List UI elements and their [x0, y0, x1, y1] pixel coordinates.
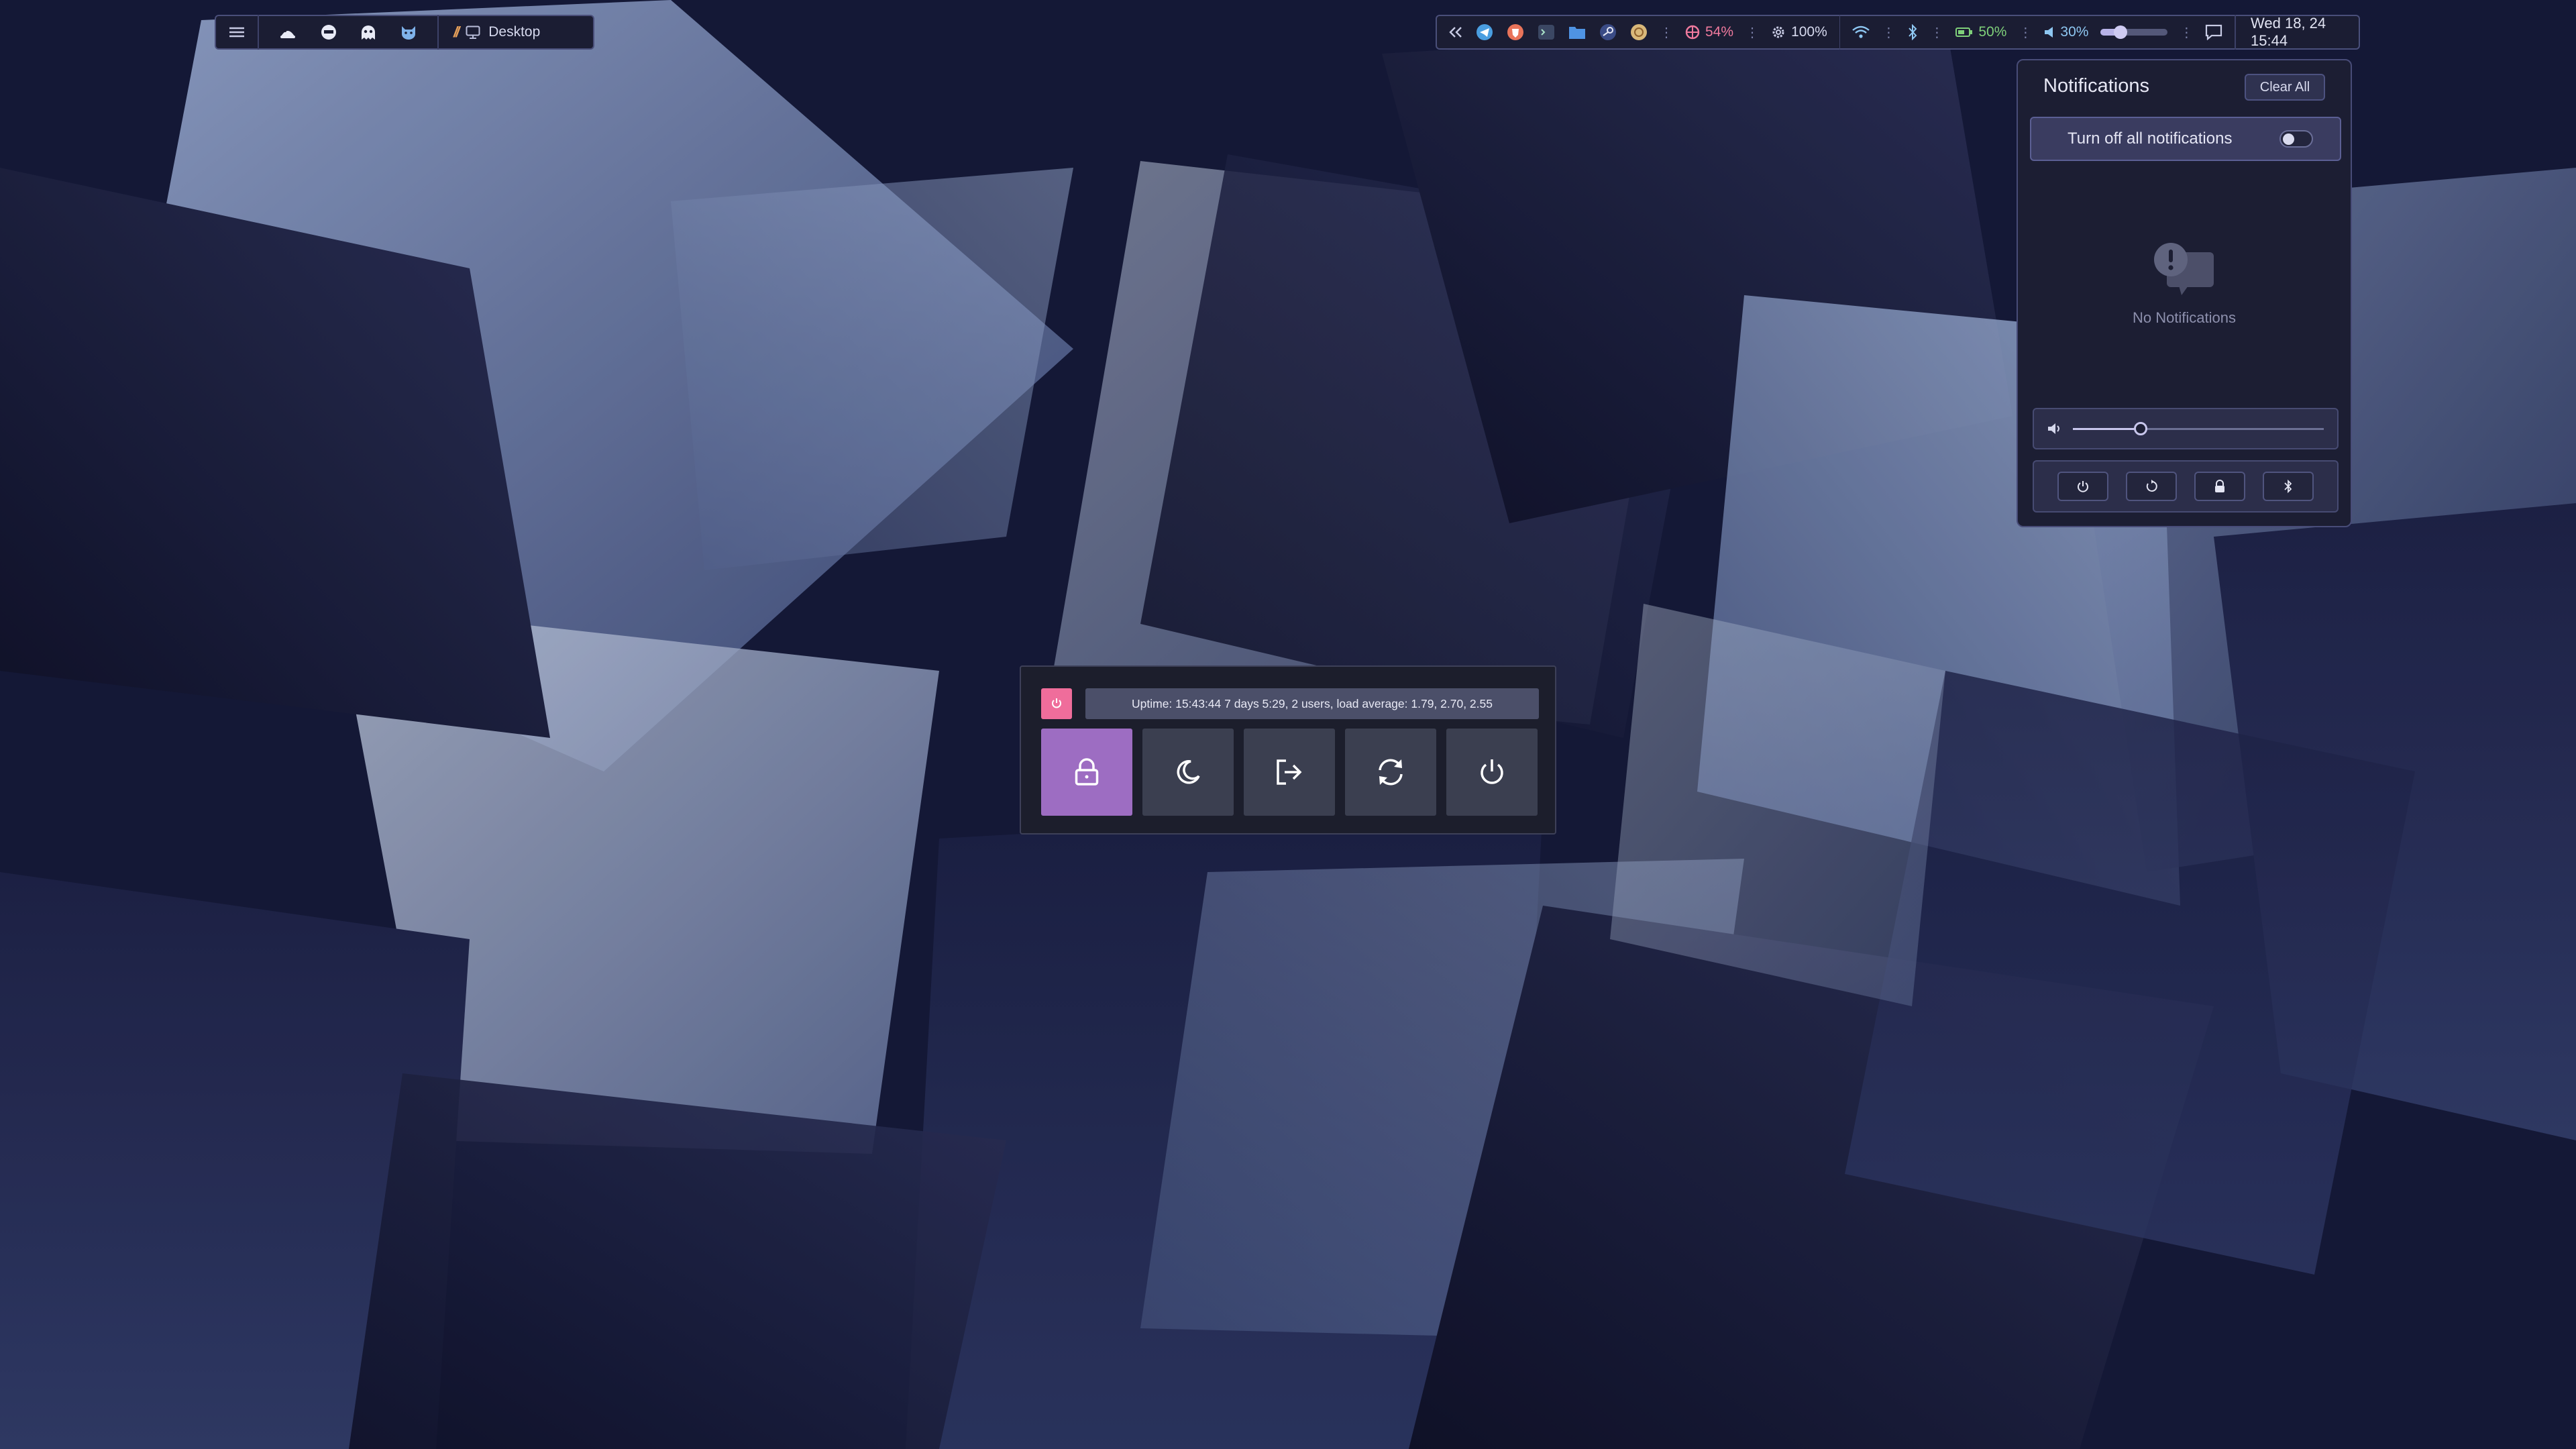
- toggle-knob: [2283, 133, 2294, 145]
- more-dots-icon: ⋮: [2019, 25, 2033, 40]
- ram-usage: 100%: [1791, 24, 1827, 40]
- ram-indicator[interactable]: 100%: [1771, 24, 1827, 40]
- more-dots-icon: ⋮: [1930, 25, 1944, 40]
- cpu-icon: [1685, 25, 1700, 40]
- wifi-icon[interactable]: [1852, 25, 1870, 39]
- volume-slider-knob[interactable]: [2133, 421, 2147, 435]
- do-not-disturb-toggle[interactable]: [2279, 130, 2313, 148]
- empty-state: No Notifications: [2018, 241, 2351, 327]
- active-window: // Desktop: [439, 23, 555, 41]
- battery-level: 50%: [1978, 24, 2007, 40]
- volume-level: 30%: [2060, 24, 2089, 40]
- workspace-ghost-round-icon[interactable]: [321, 24, 337, 40]
- suspend-button[interactable]: [1142, 729, 1234, 816]
- telegram-icon[interactable]: [1476, 23, 1493, 41]
- bluetooth-icon: [2284, 480, 2293, 493]
- power-icon: [1479, 758, 1505, 786]
- volume-slider-knob[interactable]: [2114, 25, 2128, 39]
- steam-icon[interactable]: [1599, 23, 1617, 41]
- quick-actions: [2033, 460, 2339, 513]
- cpu-usage: 54%: [1705, 24, 1734, 40]
- battery-indicator[interactable]: 50%: [1955, 24, 2006, 40]
- volume-control: [2033, 408, 2339, 449]
- brave-icon[interactable]: [1507, 23, 1524, 41]
- workspace-crab-icon[interactable]: [279, 24, 297, 40]
- notification-bubble-icon[interactable]: [2205, 24, 2222, 40]
- reboot-button[interactable]: [1345, 729, 1436, 816]
- reboot-button[interactable]: [2126, 472, 2177, 501]
- connectivity: ⋮ ⋮ 50% ⋮ 30% ⋮: [1840, 16, 2235, 48]
- lock-button[interactable]: [1041, 729, 1132, 816]
- speaker-icon: [2044, 25, 2055, 39]
- volume-slider-fill: [2073, 427, 2141, 430]
- bluetooth-button[interactable]: [2263, 472, 2314, 501]
- workspace-cat-icon[interactable]: [400, 24, 417, 40]
- volume-indicator[interactable]: 30%: [2044, 24, 2088, 40]
- power-badge: [1041, 688, 1072, 719]
- notification-title: Notifications: [2043, 75, 2149, 97]
- terminal-app-icon[interactable]: [1538, 23, 1555, 41]
- reboot-icon: [1376, 758, 1405, 786]
- clock[interactable]: Wed 18, 24 15:44: [2236, 15, 2359, 50]
- logout-button[interactable]: [1244, 729, 1335, 816]
- files-icon[interactable]: [1568, 24, 1586, 40]
- gear-icon: [1771, 25, 1786, 40]
- power-actions: [1041, 729, 1538, 816]
- reboot-icon: [2145, 480, 2158, 493]
- do-not-disturb-row: Turn off all notifications: [2030, 117, 2341, 161]
- more-dots-icon: ⋮: [1660, 25, 1673, 40]
- window-title: Desktop: [488, 24, 541, 40]
- more-dots-icon: ⋮: [1746, 25, 1760, 40]
- lock-icon: [1074, 758, 1099, 786]
- moon-icon: [1175, 759, 1201, 786]
- more-dots-icon: ⋮: [1882, 25, 1896, 40]
- more-dots-icon: ⋮: [2180, 25, 2194, 40]
- power-menu: Uptime: 15:43:44 7 days 5:29, 2 users, l…: [1020, 665, 1556, 835]
- speaker-icon[interactable]: [2047, 422, 2063, 435]
- notification-center: Notifications Clear All Turn off all not…: [2017, 59, 2352, 527]
- do-not-disturb-label: Turn off all notifications: [2068, 129, 2233, 148]
- clear-all-button[interactable]: Clear All: [2245, 74, 2325, 101]
- volume-slider[interactable]: [2100, 25, 2168, 39]
- desktop-icon: [466, 25, 480, 39]
- system-stats: 54% ⋮ 100%: [1673, 16, 1839, 48]
- bluetooth-icon[interactable]: [1907, 24, 1918, 40]
- system-tray: [1437, 16, 1660, 48]
- slashes-icon: //: [453, 23, 460, 40]
- shutdown-button[interactable]: [1446, 729, 1538, 816]
- notification-exclamation-icon: [2152, 241, 2216, 297]
- empty-message: No Notifications: [2132, 309, 2237, 326]
- battery-icon: [1955, 27, 1973, 38]
- element-icon[interactable]: [1630, 23, 1648, 41]
- top-bar-right: ⋮ 54% ⋮ 100% ⋮ ⋮ 50% ⋮ 30% ⋮ Wed 18, 24 …: [1436, 15, 2360, 50]
- workspace-ghost-icon[interactable]: [361, 24, 376, 40]
- volume-slider[interactable]: [2073, 421, 2324, 435]
- power-icon: [2076, 480, 2090, 493]
- power-icon: [1051, 698, 1063, 710]
- chevrons-left-icon[interactable]: [1449, 26, 1462, 38]
- cpu-indicator[interactable]: 54%: [1685, 24, 1733, 40]
- uptime-text: Uptime: 15:43:44 7 days 5:29, 2 users, l…: [1085, 688, 1539, 719]
- top-bar-left: // Desktop: [215, 15, 594, 50]
- app-menu-button[interactable]: [216, 16, 258, 48]
- lock-icon: [2214, 480, 2226, 493]
- lock-button[interactable]: [2194, 472, 2245, 501]
- workspaces: [259, 24, 437, 40]
- menu-icon: [229, 26, 244, 38]
- logout-icon: [1275, 759, 1303, 786]
- shutdown-button[interactable]: [2057, 472, 2108, 501]
